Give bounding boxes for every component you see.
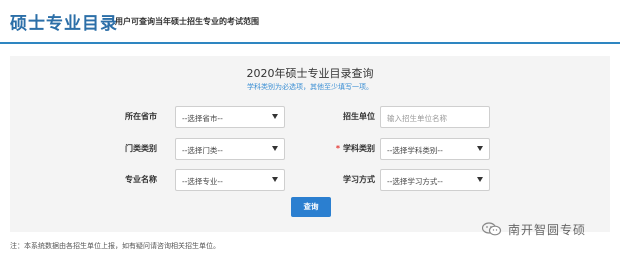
required-mark: * [335,144,340,153]
wechat-icon [482,222,502,236]
subject-select[interactable]: --选择学科类别-- [380,138,490,160]
major-label: 专业名称 [125,175,157,184]
panel-hint: 学科类别为必选项，其他至少填写一项。 [247,83,373,91]
province-label: 所在省市 [125,112,157,121]
subject-label: * 学科类别 [315,143,375,154]
school-label: 招生单位 [343,112,375,121]
mode-select[interactable]: --选择学习方式-- [380,169,490,191]
watermark-text: 南开智圆专硕 [508,222,587,237]
category-select-value: --选择门类-- [182,146,223,155]
school-input-placeholder: 输入招生单位名称 [387,114,447,123]
page-header: 硕士专业目录 用户可查询当年硕士招生专业的考试范围 [0,0,620,44]
chevron-down-icon [477,146,483,151]
chevron-down-icon [272,146,278,151]
mode-label: 学习方式 [343,175,375,184]
watermark: 南开智圆专硕 [482,218,586,240]
subject-select-value: --选择学科类别-- [387,146,443,155]
panel-title: 2020年硕士专业目录查询 [246,67,374,80]
chevron-down-icon [272,114,278,119]
major-select-value: --选择专业-- [182,177,223,186]
chevron-down-icon [272,177,278,182]
province-select[interactable]: --选择省市-- [175,106,285,128]
chevron-down-icon [477,177,483,182]
school-input[interactable]: 输入招生单位名称 [380,106,490,128]
page-subtitle: 用户可查询当年硕士招生专业的考试范围 [115,17,259,26]
search-button[interactable]: 查询 [291,197,331,217]
province-select-value: --选择省市-- [182,114,223,123]
subject-label-text: 学科类别 [343,144,375,153]
mode-select-value: --选择学习方式-- [387,177,443,186]
major-select[interactable]: --选择专业-- [175,169,285,191]
footer-note: 注：本系统数据由各招生单位上报，如有疑问请咨询相关招生单位。 [10,242,220,250]
category-label: 门类类别 [125,144,157,153]
page-title: 硕士专业目录 [10,14,118,34]
category-select[interactable]: --选择门类-- [175,138,285,160]
